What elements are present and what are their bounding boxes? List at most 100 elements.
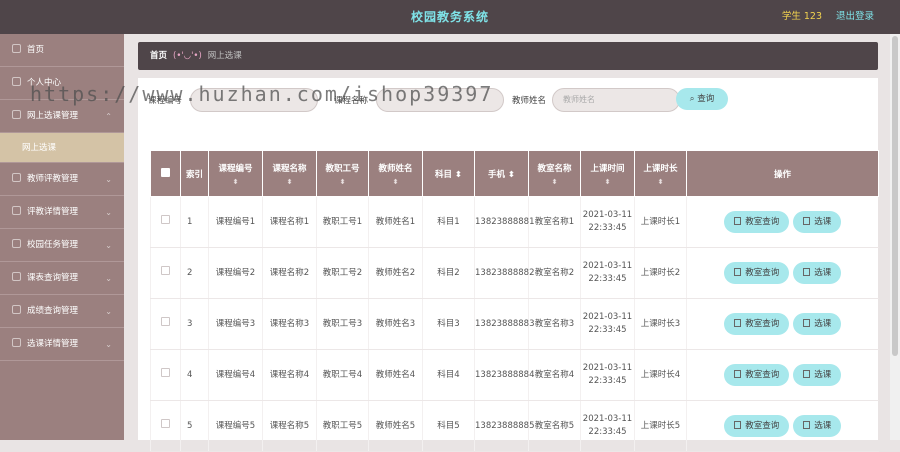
select-all-cell[interactable] — [150, 150, 181, 197]
col-header-room[interactable]: 教室名称 ⬍ — [528, 150, 581, 197]
select-course-button[interactable]: 选课 — [793, 313, 842, 335]
course-name-input[interactable] — [376, 88, 504, 112]
cell-duration: 上课时长3 — [634, 298, 687, 350]
document-icon — [734, 421, 742, 429]
cell-duration: 上课时长4 — [634, 349, 687, 401]
sidebar-item-teacher-eval[interactable]: 教师评教管理 ⌄ — [0, 163, 124, 196]
col-header-time[interactable]: 上课时间 ⬍ — [580, 150, 635, 197]
logout-link[interactable]: 退出登录 — [836, 0, 874, 34]
col-header-label: 教师姓名 — [378, 163, 413, 174]
room-query-button[interactable]: 教室查询 — [724, 211, 790, 233]
cell-time: 2021-03-11 22:33:45 — [580, 298, 635, 350]
sort-icon[interactable]: ⬍ — [455, 170, 462, 180]
document-icon — [803, 268, 811, 276]
breadcrumb-home[interactable]: 首页 — [150, 51, 167, 61]
room-query-label: 教室查询 — [745, 268, 780, 278]
chevron-down-icon: ⌄ — [105, 175, 112, 184]
sidebar-item-campus-tasks[interactable]: 校园任务管理 ⌄ — [0, 229, 124, 262]
col-header-course-name[interactable]: 课程名称 ⬍ — [262, 150, 317, 197]
cell-actions: 教室查询 选课 — [686, 349, 879, 401]
row-checkbox[interactable] — [161, 368, 170, 377]
sidebar-item-eval-details[interactable]: 评教详情管理 ⌄ — [0, 196, 124, 229]
sidebar-subitem-course-selection[interactable]: 网上选课 — [0, 133, 124, 163]
sort-icon[interactable]: ⬍ — [529, 178, 580, 186]
sort-icon[interactable]: ⬍ — [369, 178, 422, 186]
cell-staff: 教职工号1 — [316, 196, 369, 248]
sidebar-item-label: 课表查询管理 — [27, 273, 79, 283]
sort-icon[interactable]: ⬍ — [263, 178, 316, 186]
cell-idx: 2 — [180, 247, 209, 299]
col-header-staff-no[interactable]: 教职工号 ⬍ — [316, 150, 369, 197]
select-course-label: 选课 — [814, 217, 832, 227]
room-query-button[interactable]: 教室查询 — [724, 415, 790, 437]
select-all-checkbox[interactable] — [161, 167, 170, 177]
room-query-label: 教室查询 — [745, 319, 780, 329]
chevron-down-icon: ⌄ — [105, 208, 112, 217]
sidebar-item-grades[interactable]: 成绩查询管理 ⌄ — [0, 295, 124, 328]
sidebar-item-home[interactable]: 首页 — [0, 34, 124, 67]
cell-idx: 4 — [180, 349, 209, 401]
cell-code: 课程编号2 — [208, 247, 263, 299]
teacher-name-input[interactable]: 教师姓名 — [552, 88, 680, 112]
select-course-button[interactable]: 选课 — [793, 262, 842, 284]
cell-actions: 教室查询 选课 — [686, 400, 879, 452]
person-icon — [12, 173, 21, 182]
content-panel: 课程编号 课程名称 教师姓名 教师姓名 ⌕ 查询 索引 课程编号 ⬍ 课程名称 ⬍ … — [138, 78, 879, 452]
cell-idx: 5 — [180, 400, 209, 452]
row-checkbox[interactable] — [161, 317, 170, 326]
room-query-button[interactable]: 教室查询 — [724, 262, 790, 284]
main-content: 首页 (•'◡'•) 网上选课 课程编号 课程名称 教师姓名 教师姓名 ⌕ 查询 索… — [124, 34, 890, 452]
cell-duration: 上课时长1 — [634, 196, 687, 248]
col-header-teacher[interactable]: 教师姓名 ⬍ — [368, 150, 423, 197]
row-select-cell[interactable] — [150, 349, 181, 401]
course-code-input[interactable] — [190, 88, 318, 112]
select-course-button[interactable]: 选课 — [793, 364, 842, 386]
col-header-label: 手机 — [487, 169, 505, 180]
course-table: 索引 课程编号 ⬍ 课程名称 ⬍ 教职工号 ⬍ 教师姓名 ⬍ 科目 ⬍ 手机 ⬍ 教室名… — [150, 150, 879, 452]
document-icon — [734, 370, 742, 378]
row-select-cell[interactable] — [150, 298, 181, 350]
col-header-phone[interactable]: 手机 ⬍ — [474, 150, 529, 197]
select-course-button[interactable]: 选课 — [793, 415, 842, 437]
table-row: 3 课程编号3 课程名称3 教职工号3 教师姓名3 科目3 13823888883 教室名称3… — [150, 298, 879, 350]
row-select-cell[interactable] — [150, 400, 181, 452]
row-checkbox[interactable] — [161, 215, 170, 224]
scrollbar-thumb[interactable] — [892, 36, 898, 356]
sort-icon[interactable]: ⬍ — [635, 178, 686, 186]
col-header-subject[interactable]: 科目 ⬍ — [422, 150, 475, 197]
room-query-button[interactable]: 教室查询 — [724, 313, 790, 335]
cell-name: 课程名称2 — [262, 247, 317, 299]
document-icon — [803, 319, 811, 327]
sidebar-item-profile[interactable]: 个人中心 — [0, 67, 124, 100]
document-icon — [803, 217, 811, 225]
select-course-label: 选课 — [814, 319, 832, 329]
sidebar-item-schedule[interactable]: 课表查询管理 ⌄ — [0, 262, 124, 295]
search-button[interactable]: ⌕ 查询 — [676, 88, 728, 110]
sidebar-item-selection-details[interactable]: 选课详情管理 ⌄ — [0, 328, 124, 361]
col-header-course-code[interactable]: 课程编号 ⬍ — [208, 150, 263, 197]
person-icon — [12, 338, 21, 347]
select-course-button[interactable]: 选课 — [793, 211, 842, 233]
row-checkbox[interactable] — [161, 266, 170, 275]
row-select-cell[interactable] — [150, 247, 181, 299]
col-header-label: 课程名称 — [272, 163, 307, 174]
sort-icon[interactable]: ⬍ — [317, 178, 368, 186]
cell-teacher: 教师姓名3 — [368, 298, 423, 350]
room-query-label: 教室查询 — [745, 217, 780, 227]
page-scrollbar[interactable] — [890, 34, 900, 440]
sidebar-item-course-selection-mgmt[interactable]: 网上选课管理 ⌃ — [0, 100, 124, 133]
col-header-duration[interactable]: 上课时长 ⬍ — [634, 150, 687, 197]
sort-icon[interactable]: ⬍ — [581, 178, 634, 186]
cell-actions: 教室查询 选课 — [686, 247, 879, 299]
sidebar: 首页 个人中心 网上选课管理 ⌃ 网上选课 教师评教管理 ⌄ 评教详情管理 ⌄ 校园任… — [0, 34, 124, 440]
cell-name: 课程名称1 — [262, 196, 317, 248]
chevron-down-icon: ⌄ — [105, 274, 112, 283]
room-query-button[interactable]: 教室查询 — [724, 364, 790, 386]
row-select-cell[interactable] — [150, 196, 181, 248]
table-row: 1 课程编号1 课程名称1 教职工号1 教师姓名1 科目1 13823888881 教室名称1… — [150, 196, 879, 248]
person-icon — [12, 272, 21, 281]
sort-icon[interactable]: ⬍ — [209, 178, 262, 186]
cell-room: 教室名称3 — [528, 298, 581, 350]
row-checkbox[interactable] — [161, 419, 170, 428]
sort-icon[interactable]: ⬍ — [508, 170, 515, 180]
